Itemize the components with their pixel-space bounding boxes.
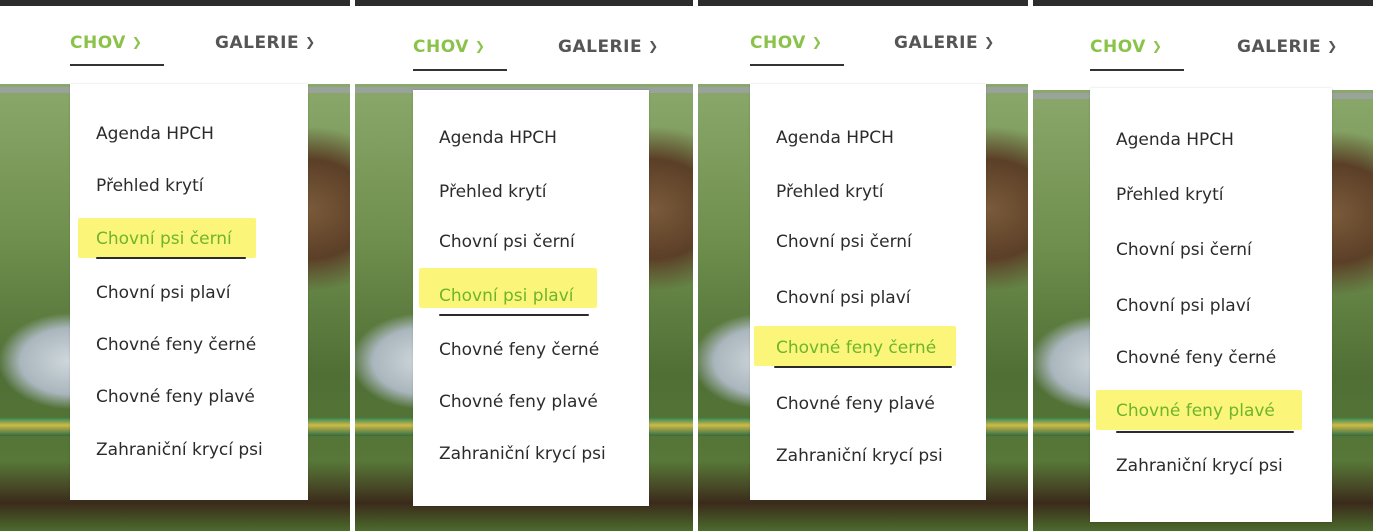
menu-item-prehled-kryti[interactable]: Přehled krytí <box>1116 185 1223 205</box>
menu-item-prehled-kryti[interactable]: Přehled krytí <box>776 182 883 202</box>
menu-item-chovne-feny-plave[interactable]: Chovné feny plavé <box>776 394 935 414</box>
menu-item-chovne-feny-plave[interactable]: Chovné feny plavé <box>96 387 255 407</box>
menu-item-agenda-hpch[interactable]: Agenda HPCH <box>439 128 557 148</box>
menu-item-chovni-psi-plavi[interactable]: Chovní psi plaví <box>1116 296 1251 316</box>
menu-item-chovni-psi-cerni[interactable]: Chovní psi černí <box>96 229 232 249</box>
menu-item-chovne-feny-cerne[interactable]: Chovné feny černé <box>776 338 936 358</box>
chevron-down-icon: ❯ <box>811 35 823 49</box>
menu-item-chovni-psi-plavi[interactable]: Chovní psi plaví <box>776 288 911 308</box>
top-bar <box>1033 0 1373 6</box>
top-bar <box>698 0 1028 6</box>
menu-item-chovni-psi-cerni[interactable]: Chovní psi černí <box>776 232 912 252</box>
chevron-down-icon: ❯ <box>131 35 143 49</box>
top-bar <box>0 0 350 6</box>
menu-item-agenda-hpch[interactable]: Agenda HPCH <box>776 128 894 148</box>
nav-chov-active-underline <box>1090 69 1184 71</box>
menu-item-prehled-kryti[interactable]: Přehled krytí <box>96 176 203 196</box>
nav-chov-label: CHOV <box>413 37 469 57</box>
menu-item-chovne-feny-plave[interactable]: Chovné feny plavé <box>1116 401 1275 421</box>
chevron-down-icon: ❯ <box>648 39 659 53</box>
menu-item-chovne-feny-cerne[interactable]: Chovné feny černé <box>439 340 599 360</box>
menu-item-prehled-kryti[interactable]: Přehled krytí <box>439 182 546 202</box>
screenshot-panel-4: CHOV ❯ GALERIE ❯ Agenda HPCH Přehled krytí… <box>1033 0 1373 531</box>
highlight-underline <box>96 257 246 259</box>
nav-chov-active-underline <box>70 64 164 66</box>
top-bar <box>355 0 693 6</box>
menu-item-zahranicni-kryci-psi[interactable]: Zahraniční krycí psi <box>1116 456 1283 476</box>
chov-dropdown-menu: Agenda HPCH Přehled krytí Chovní psi čer… <box>750 84 986 500</box>
highlight-underline <box>1116 431 1294 433</box>
nav-galerie[interactable]: GALERIE ❯ <box>1237 37 1338 57</box>
screenshot-panel-3: CHOV ❯ GALERIE ❯ Agenda HPCH Přehled krytí… <box>698 0 1028 531</box>
nav-galerie[interactable]: GALERIE ❯ <box>215 33 316 53</box>
nav-chov[interactable]: CHOV ❯ <box>70 33 142 53</box>
menu-item-agenda-hpch[interactable]: Agenda HPCH <box>1116 130 1234 150</box>
chov-dropdown-menu: Agenda HPCH Přehled krytí Chovní psi čer… <box>70 84 308 500</box>
nav-galerie[interactable]: GALERIE ❯ <box>558 37 659 57</box>
highlight-underline <box>774 366 952 368</box>
nav-chov-active-underline <box>413 69 507 71</box>
menu-item-chovne-feny-cerne[interactable]: Chovné feny černé <box>96 335 256 355</box>
chov-dropdown-menu: Agenda HPCH Přehled krytí Chovní psi čer… <box>413 90 649 506</box>
nav-galerie-label: GALERIE <box>215 33 300 53</box>
nav-chov-label: CHOV <box>1090 37 1146 57</box>
nav-chov-active-underline <box>750 64 844 66</box>
nav-chov-label: CHOV <box>70 33 126 53</box>
nav-galerie-label: GALERIE <box>558 37 643 57</box>
screenshot-panel-2: CHOV ❯ GALERIE ❯ Agenda HPCH Přehled krytí… <box>355 0 693 531</box>
chov-dropdown-menu: Agenda HPCH Přehled krytí Chovní psi čer… <box>1090 88 1332 522</box>
screenshot-panel-1: CHOV ❯ GALERIE ❯ Agenda HPCH Přehled krytí… <box>0 0 350 531</box>
menu-item-chovne-feny-cerne[interactable]: Chovné feny černé <box>1116 348 1276 368</box>
nav-chov[interactable]: CHOV ❯ <box>413 37 485 57</box>
menu-item-chovni-psi-cerni[interactable]: Chovní psi černí <box>1116 240 1252 260</box>
nav-galerie-label: GALERIE <box>894 33 979 53</box>
menu-item-zahranicni-kryci-psi[interactable]: Zahraniční krycí psi <box>96 440 263 460</box>
menu-item-chovni-psi-cerni[interactable]: Chovní psi černí <box>439 232 575 252</box>
chevron-down-icon: ❯ <box>984 35 995 49</box>
chevron-down-icon: ❯ <box>305 35 316 49</box>
nav-chov-label: CHOV <box>750 33 806 53</box>
nav-chov[interactable]: CHOV ❯ <box>1090 37 1162 57</box>
chevron-down-icon: ❯ <box>1151 39 1163 53</box>
menu-item-chovni-psi-plavi[interactable]: Chovní psi plaví <box>439 286 574 306</box>
menu-item-agenda-hpch[interactable]: Agenda HPCH <box>96 124 214 144</box>
menu-item-chovni-psi-plavi[interactable]: Chovní psi plaví <box>96 283 231 303</box>
nav-galerie-label: GALERIE <box>1237 37 1322 57</box>
highlight-underline <box>439 314 589 316</box>
chevron-down-icon: ❯ <box>1327 39 1338 53</box>
nav-galerie[interactable]: GALERIE ❯ <box>894 33 995 53</box>
menu-item-chovne-feny-plave[interactable]: Chovné feny plavé <box>439 392 598 412</box>
menu-item-zahranicni-kryci-psi[interactable]: Zahraniční krycí psi <box>776 446 943 466</box>
chevron-down-icon: ❯ <box>474 39 486 53</box>
menu-item-zahranicni-kryci-psi[interactable]: Zahraniční krycí psi <box>439 444 606 464</box>
nav-chov[interactable]: CHOV ❯ <box>750 33 822 53</box>
